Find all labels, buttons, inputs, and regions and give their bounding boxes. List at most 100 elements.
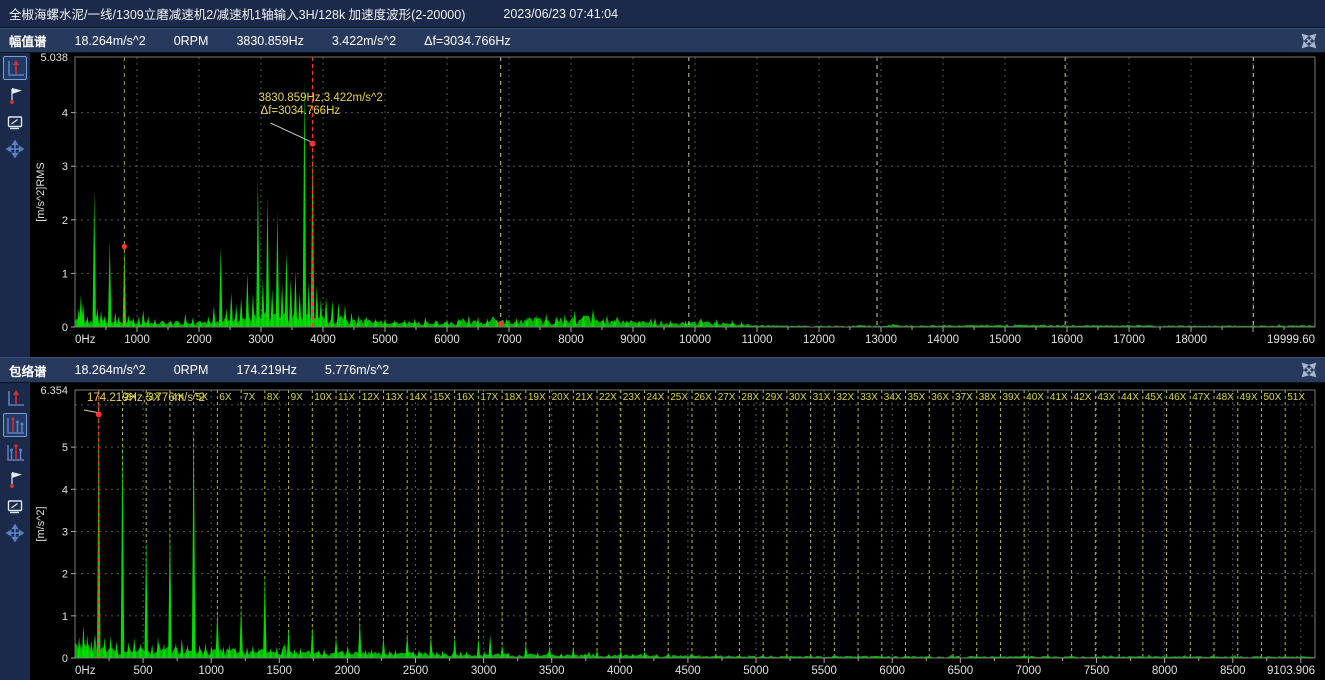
x-tick-label: 10000	[679, 334, 711, 346]
harmonic-label: 32X	[836, 392, 854, 403]
spectrum-peak	[459, 651, 463, 658]
tool-report-icon[interactable]	[3, 494, 27, 518]
cursor-annotation-line1: 3830.859Hz,3.422m/s^2	[259, 92, 383, 104]
y-axis-max-label: 6.354	[40, 385, 68, 397]
y-tick-label: 1	[62, 611, 68, 623]
harmonic-label: 22X	[599, 392, 617, 403]
cursor-amplitude-envelope: 5.776m/s^2	[325, 363, 389, 377]
harmonic-label: 44X	[1121, 392, 1139, 403]
harmonic-label: 12X	[362, 392, 380, 403]
envelope-spectrum-panel: 2X3X4X5X6X7X8X9X10X11X12X13X14X15X16X17X…	[0, 383, 1325, 680]
spectrum-peak	[322, 649, 326, 658]
spectrum-peak	[383, 318, 387, 327]
x-tick-label: 15000	[989, 334, 1021, 346]
y-axis-title: [m/s^2]RMS	[35, 162, 47, 222]
tool-pan-icon[interactable]	[3, 137, 27, 161]
x-tick-label: 8500	[1220, 665, 1246, 677]
spectrum-peak	[270, 288, 274, 327]
marker-dot[interactable]	[122, 244, 127, 249]
x-axis-end-label: 9103.906	[1267, 665, 1315, 677]
x-tick-label: 2000	[335, 665, 361, 677]
spectrum-peak	[643, 651, 647, 658]
envelope-spectrum-chart[interactable]: 2X3X4X5X6X7X8X9X10X11X12X13X14X15X16X17X…	[30, 383, 1325, 680]
envelope-toolbar	[0, 383, 30, 680]
y-tick-label: 3	[62, 161, 68, 173]
amplitude-spectrum-panel: 0Hz1000200030004000500060007000800090001…	[0, 53, 1325, 357]
title-bar: 全椒海螺水泥/一线/1309立磨减速机2/减速机1轴输入3H/128k 加速度波…	[0, 0, 1325, 28]
y-tick-label: 0	[62, 322, 68, 334]
tool-pan-icon[interactable]	[3, 521, 27, 545]
x-tick-label: 1500	[267, 665, 293, 677]
spectrum-peak	[294, 271, 298, 327]
spectrum-peak	[144, 537, 148, 658]
spectrum-peak	[350, 312, 354, 327]
spectrum-peak	[212, 306, 216, 327]
harmonic-label: 40X	[1026, 392, 1044, 403]
harmonic-label: 31X	[813, 392, 831, 403]
tool-report-icon[interactable]	[3, 110, 27, 134]
spectrum-peak	[346, 645, 350, 658]
spectrum-peak	[115, 641, 119, 658]
spectrum-peak	[536, 652, 540, 658]
x-tick-label: 18000	[1175, 334, 1207, 346]
marker-dot[interactable]	[498, 321, 503, 326]
spectrum-peak	[146, 316, 150, 327]
cursor-amplitude-amplitude: 3.422m/s^2	[332, 34, 396, 48]
spectrum-peak	[216, 608, 220, 658]
tool-single-cursor-icon[interactable]	[3, 386, 27, 410]
x-tick-label: 6000	[879, 665, 905, 677]
tool-sideband-cursor-icon[interactable]	[3, 440, 27, 464]
envelope-spectrum-header: 包络谱 18.264m/s^2 0RPM 174.219Hz 5.776m/s^…	[0, 357, 1325, 383]
harmonic-label: 50X	[1263, 392, 1281, 403]
cursor-frequency-amplitude: 3830.859Hz	[236, 34, 303, 48]
harmonic-label: 27X	[718, 392, 736, 403]
harmonic-label: 11X	[338, 392, 355, 403]
spectrum-peak	[234, 304, 238, 327]
y-axis-max-label: 5.038	[40, 53, 68, 64]
harmonic-label: 6X	[219, 392, 232, 403]
spectrum-peak	[285, 251, 289, 327]
y-tick-label: 2	[62, 215, 68, 227]
x-axis-end-label: 19999.60	[1267, 334, 1315, 346]
spectrum-peak	[382, 636, 386, 658]
spectrum-peak	[153, 319, 157, 327]
harmonic-label: 36X	[931, 392, 949, 403]
rpm-value-amplitude: 0RPM	[174, 34, 209, 48]
tool-single-cursor-icon[interactable]	[3, 56, 27, 80]
spectrum-peak	[184, 314, 188, 327]
x-tick-label: 0Hz	[75, 665, 96, 677]
amplitude-spectrum-chart[interactable]: 0Hz1000200030004000500060007000800090001…	[30, 53, 1325, 357]
harmonic-label: 41X	[1050, 392, 1068, 403]
expand-icon[interactable]	[1300, 361, 1318, 379]
spectrum-peak	[477, 639, 481, 658]
spectrum-peak	[809, 655, 813, 658]
overall-value-amplitude: 18.264m/s^2	[75, 34, 146, 48]
amplitude-spectrum-header: 幅值谱 18.264m/s^2 0RPM 3830.859Hz 3.422m/s…	[0, 28, 1325, 53]
expand-icon[interactable]	[1300, 32, 1318, 50]
x-tick-label: 500	[134, 665, 153, 677]
x-tick-label: 1000	[198, 665, 224, 677]
x-tick-label: 2000	[186, 334, 212, 346]
spectrum-peak	[263, 574, 267, 658]
y-tick-label: 1	[62, 268, 68, 280]
harmonic-label: 9X	[291, 392, 304, 403]
x-tick-label: 7000	[1016, 665, 1042, 677]
harmonic-label: 14X	[409, 392, 427, 403]
spectrum-peak	[239, 298, 243, 327]
tool-flag-marker-icon[interactable]	[3, 83, 27, 107]
spectrum-peak	[219, 247, 223, 327]
harmonic-label: 42X	[1074, 392, 1092, 403]
measurement-point-title: 全椒海螺水泥/一线/1309立磨减速机2/减速机1轴输入3H/128k 加速度波…	[9, 4, 465, 23]
x-tick-label: 11000	[741, 334, 772, 346]
cursor-annotation-line1: 174.219Hz,5.776m/s^2	[87, 392, 205, 404]
x-tick-label: 5000	[743, 665, 769, 677]
cursor-annotation-line2: Δf=3034.766Hz	[261, 105, 341, 117]
x-tick-label: 9000	[620, 334, 646, 346]
harmonic-label: 10X	[314, 392, 332, 403]
tool-harmonic-cursor-icon[interactable]	[3, 413, 27, 437]
spectrum-peak	[192, 416, 196, 658]
overall-value-envelope: 18.264m/s^2	[75, 363, 146, 377]
tool-flag-marker-icon[interactable]	[3, 467, 27, 491]
spectrum-peak	[544, 313, 548, 327]
harmonic-label: 25X	[670, 392, 688, 403]
